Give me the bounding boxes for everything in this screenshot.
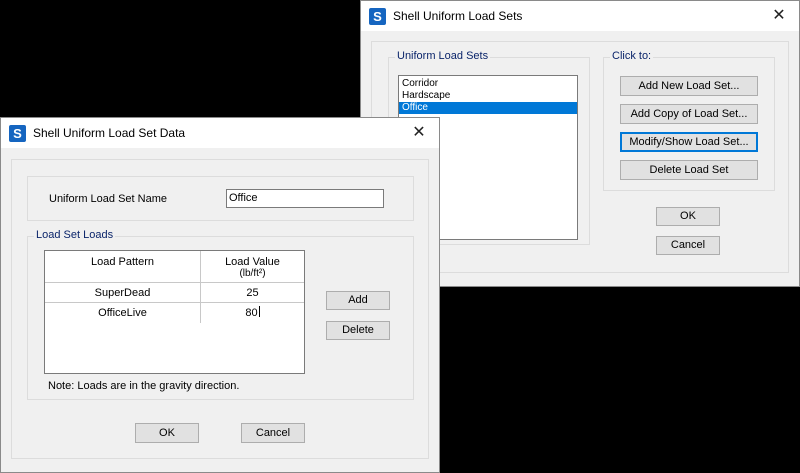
load-set-data-cancel-button[interactable]: Cancel <box>241 423 305 443</box>
load-sets-cancel-button[interactable]: Cancel <box>656 236 720 255</box>
column-header-load-value[interactable]: Load Value (lb/ft²) <box>201 251 304 283</box>
table-row-value-text: 80 <box>245 307 258 319</box>
list-item-hardscape[interactable]: Hardscape <box>399 90 577 102</box>
close-icon[interactable]: ✕ <box>759 1 799 31</box>
column-header-load-value-unit: (lb/ft²) <box>239 268 266 279</box>
delete-load-set-button[interactable]: Delete Load Set <box>620 160 758 180</box>
table-row-value-cell[interactable]: 25 <box>201 283 304 303</box>
load-set-data-title: Shell Uniform Load Set Data <box>33 126 186 140</box>
click-to-label: Click to: <box>610 50 654 62</box>
add-new-load-set-button[interactable]: Add New Load Set... <box>620 76 758 96</box>
uniform-load-sets-label: Uniform Load Sets <box>395 50 491 62</box>
load-set-data-ok-button[interactable]: OK <box>135 423 199 443</box>
load-set-name-label: Uniform Load Set Name <box>49 193 167 205</box>
table-row-value-cell-editing[interactable]: 80 <box>201 303 304 323</box>
list-item-corridor[interactable]: Corridor <box>399 78 577 90</box>
load-sets-titlebar[interactable]: S Shell Uniform Load Sets ✕ <box>361 1 799 31</box>
modify-show-load-set-button[interactable]: Modify/Show Load Set... <box>620 132 758 152</box>
delete-load-button[interactable]: Delete <box>326 321 390 340</box>
text-caret <box>258 306 260 317</box>
gravity-note: Note: Loads are in the gravity direction… <box>48 380 240 392</box>
add-load-button[interactable]: Add <box>326 291 390 310</box>
table-row-pattern-cell[interactable]: SuperDead <box>45 283 201 303</box>
column-header-load-pattern-text: Load Pattern <box>91 256 154 268</box>
load-set-data-titlebar[interactable]: S Shell Uniform Load Set Data ✕ <box>1 118 439 148</box>
column-header-load-value-text: Load Value <box>225 256 280 268</box>
column-header-load-pattern[interactable]: Load Pattern <box>45 251 201 283</box>
add-copy-load-set-button[interactable]: Add Copy of Load Set... <box>620 104 758 124</box>
load-set-loads-table[interactable]: Load Pattern Load Value (lb/ft²) SuperDe… <box>44 250 305 374</box>
list-item-office[interactable]: Office <box>399 102 577 114</box>
load-set-name-input[interactable]: Office <box>226 189 384 208</box>
app-icon: S <box>9 125 26 142</box>
table-row-pattern-cell[interactable]: OfficeLive <box>45 303 201 323</box>
app-icon: S <box>369 8 386 25</box>
load-set-data-dialog: S Shell Uniform Load Set Data ✕ Uniform … <box>0 117 440 473</box>
load-sets-title: Shell Uniform Load Sets <box>393 9 523 23</box>
load-set-loads-label: Load Set Loads <box>34 229 116 241</box>
close-icon[interactable]: ✕ <box>399 118 439 148</box>
load-sets-ok-button[interactable]: OK <box>656 207 720 226</box>
